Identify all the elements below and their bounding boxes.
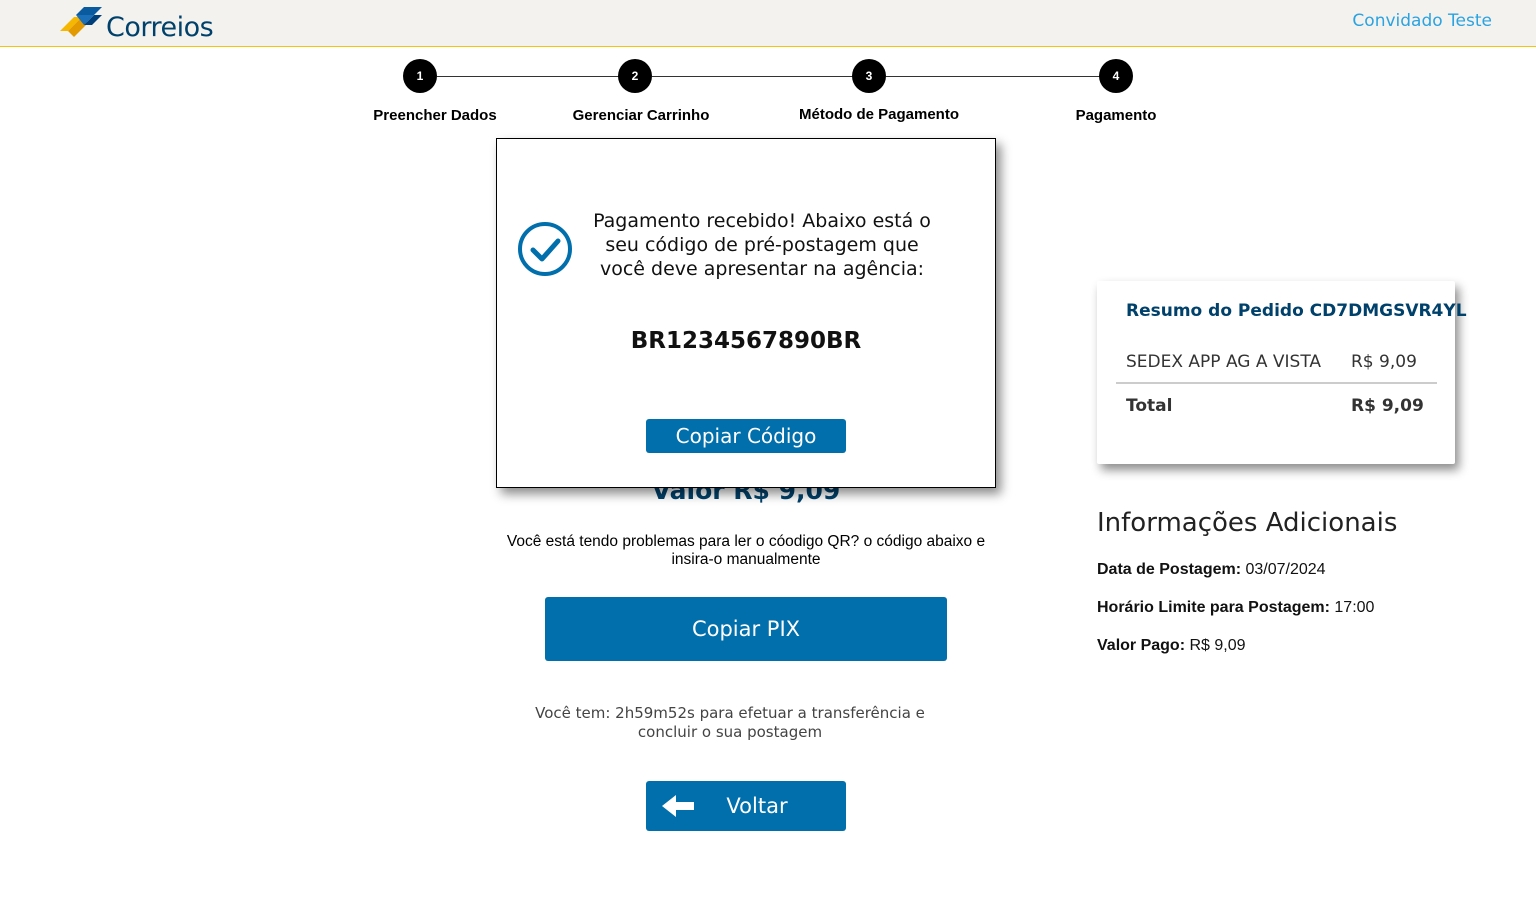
logo-text: Correios — [106, 11, 214, 43]
step-connector — [652, 76, 869, 77]
step-3-label: Método de Pagamento — [798, 106, 960, 123]
back-button-label: Voltar — [726, 794, 788, 818]
step-4-label: Pagamento — [1075, 107, 1157, 124]
modal-message: Pagamento recebido! Abaixo está o seu có… — [593, 210, 931, 280]
info-postagem-date: Data de Postagem: 03/07/2024 — [1097, 561, 1326, 579]
step-connector — [886, 76, 1116, 77]
step-connector — [437, 76, 635, 77]
info-paid-value: R$ 9,09 — [1189, 637, 1246, 654]
info-paid: Valor Pago: R$ 9,09 — [1097, 637, 1246, 655]
info-deadline-label: Horário Limite para Postagem: — [1097, 599, 1330, 616]
info-deadline: Horário Limite para Postagem: 17:00 — [1097, 599, 1374, 617]
order-summary-title: Resumo do Pedido CD7DMGSVR4YL — [1126, 301, 1467, 321]
step-3-dot: 3 — [852, 59, 886, 93]
summary-divider — [1116, 382, 1437, 384]
info-postagem-date-value: 03/07/2024 — [1245, 561, 1326, 578]
top-header: Correios Convidado Teste — [0, 0, 1536, 47]
check-circle-icon — [518, 222, 572, 276]
arrow-left-icon — [662, 795, 694, 817]
additional-info-title: Informações Adicionais — [1097, 508, 1398, 538]
step-2-label: Gerenciar Carrinho — [572, 107, 710, 124]
info-postagem-date-label: Data de Postagem: — [1097, 561, 1242, 578]
payment-received-modal: Pagamento recebido! Abaixo está o seu có… — [496, 138, 996, 488]
back-button[interactable]: Voltar — [646, 781, 846, 831]
step-2-dot: 2 — [618, 59, 652, 93]
qr-help-text: Você está tendo problemas para ler o cóo… — [506, 533, 986, 568]
info-deadline-value: 17:00 — [1334, 599, 1375, 616]
user-name-link[interactable]: Convidado Teste — [1352, 11, 1492, 31]
summary-total-price: R$ 9,09 — [1351, 396, 1424, 416]
summary-item-price: R$ 9,09 — [1351, 352, 1417, 372]
summary-total-label: Total — [1126, 396, 1173, 416]
info-paid-label: Valor Pago: — [1097, 637, 1186, 654]
correios-logo[interactable]: Correios — [58, 6, 214, 43]
correios-logo-icon — [60, 7, 102, 37]
summary-item-name: SEDEX APP AG A VISTA — [1126, 352, 1322, 372]
step-1-dot: 1 — [403, 59, 437, 93]
pre-postagem-code: BR1234567890BR — [630, 328, 862, 354]
payment-timer-text: Você tem: 2h59m52s para efetuar a transf… — [535, 704, 925, 741]
step-1-label: Preencher Dados — [373, 107, 497, 124]
copy-pix-button[interactable]: Copiar PIX — [545, 597, 947, 661]
step-4-dot: 4 — [1099, 59, 1133, 93]
order-summary-card: Resumo do Pedido CD7DMGSVR4YL SEDEX APP … — [1097, 281, 1467, 464]
copy-code-button[interactable]: Copiar Código — [646, 419, 846, 453]
